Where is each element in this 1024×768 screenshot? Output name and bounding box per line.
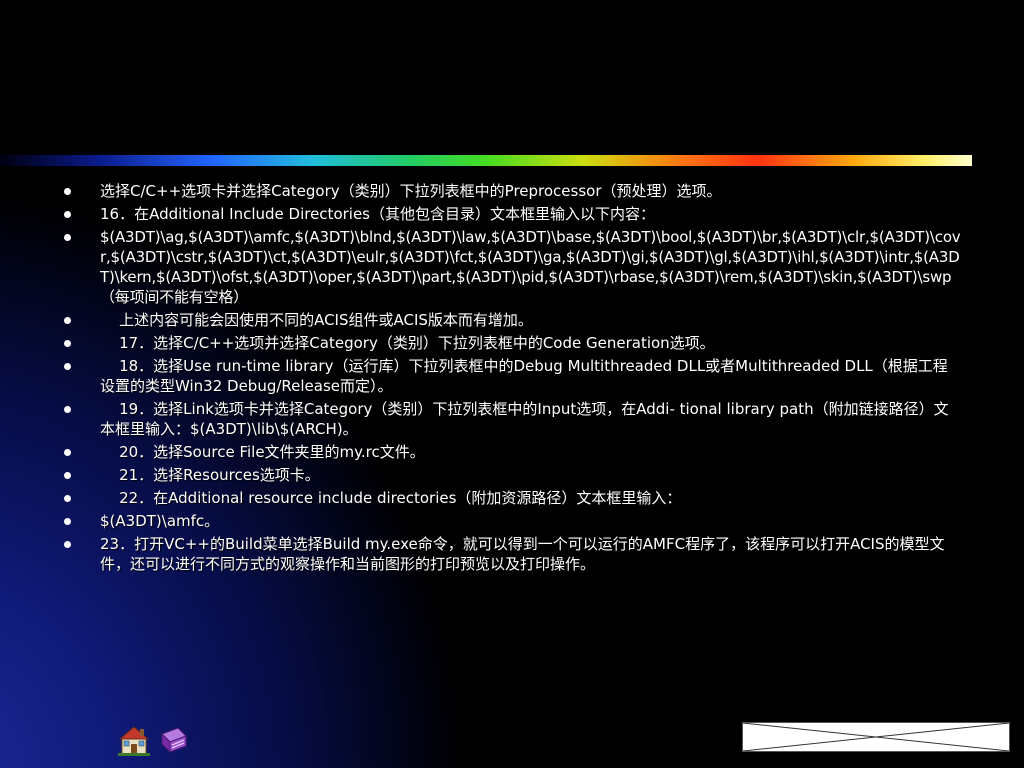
crossed-box-icon (742, 722, 1010, 752)
bullet-text: 22．在Additional resource include director… (100, 489, 682, 507)
bullet-text: 19．选择Link选项卡并选择Category（类别）下拉列表框中的Input选… (100, 400, 949, 438)
bullet-list: 选择C/C++选项卡并选择Category（类别）下拉列表框中的Preproce… (62, 181, 962, 574)
rainbow-divider (0, 155, 972, 166)
slide-content: 选择C/C++选项卡并选择Category（类别）下拉列表框中的Preproce… (62, 181, 962, 577)
list-item: 22．在Additional resource include director… (62, 488, 962, 508)
list-item: 18．选择Use run-time library（运行库）下拉列表框中的Deb… (62, 356, 962, 396)
list-item: 19．选择Link选项卡并选择Category（类别）下拉列表框中的Input选… (62, 399, 962, 439)
list-item: 上述内容可能会因使用不同的ACIS组件或ACIS版本而有增加。 (62, 310, 962, 330)
list-item: $(A3DT)\ag,$(A3DT)\amfc,$(A3DT)\blnd,$(A… (62, 227, 962, 307)
list-item: 17．选择C/C++选项并选择Category（类别）下拉列表框中的Code G… (62, 333, 962, 353)
bullet-text: 21．选择Resources选项卡。 (100, 466, 320, 484)
bullet-text: 上述内容可能会因使用不同的ACIS组件或ACIS版本而有增加。 (100, 311, 533, 329)
list-item: 选择C/C++选项卡并选择Category（类别）下拉列表框中的Preproce… (62, 181, 962, 201)
list-item: 16．在Additional Include Directories（其他包含目… (62, 204, 962, 224)
list-item: $(A3DT)\amfc。 (62, 511, 962, 531)
list-item: 23．打开VC++的Build菜单选择Build my.exe命令，就可以得到一… (62, 534, 962, 574)
book-icon[interactable] (156, 724, 190, 756)
bullet-text: 20．选择Source File文件夹里的my.rc文件。 (100, 443, 425, 461)
list-item: 21．选择Resources选项卡。 (62, 465, 962, 485)
home-icon[interactable] (118, 724, 150, 756)
bullet-text: 17．选择C/C++选项并选择Category（类别）下拉列表框中的Code G… (100, 334, 715, 352)
bullet-text: 18．选择Use run-time library（运行库）下拉列表框中的Deb… (100, 357, 948, 395)
list-item: 20．选择Source File文件夹里的my.rc文件。 (62, 442, 962, 462)
slide: 选择C/C++选项卡并选择Category（类别）下拉列表框中的Preproce… (0, 0, 1024, 768)
bullet-text: $(A3DT)\ag,$(A3DT)\amfc,$(A3DT)\blnd,$(A… (100, 228, 961, 306)
bullet-text: 23．打开VC++的Build菜单选择Build my.exe命令，就可以得到一… (100, 535, 945, 573)
bullet-text: 16．在Additional Include Directories（其他包含目… (100, 205, 655, 223)
bullet-text: $(A3DT)\amfc。 (100, 512, 220, 530)
bullet-text: 选择C/C++选项卡并选择Category（类别）下拉列表框中的Preproce… (100, 182, 722, 200)
